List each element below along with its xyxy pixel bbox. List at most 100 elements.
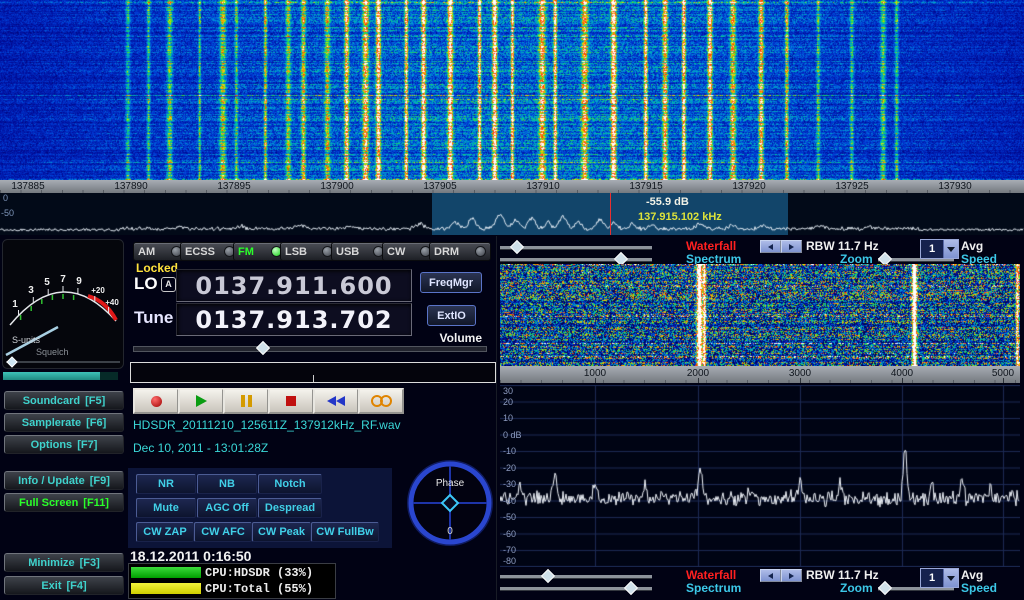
spectrum-label[interactable]: Spectrum bbox=[686, 581, 741, 595]
zoom-in-button[interactable] bbox=[781, 240, 802, 253]
overview-spectrum[interactable]: 0 -50 -55.9 dB 137.915.102 kHz bbox=[0, 193, 1024, 235]
samplerate-button[interactable]: Samplerate [F6] bbox=[4, 413, 124, 432]
waterfall-label[interactable]: Waterfall bbox=[686, 239, 736, 253]
frequency-scale[interactable]: 137885 137890 137895 137900 137905 13791… bbox=[0, 180, 1024, 193]
passband-display[interactable] bbox=[130, 362, 496, 383]
zoom-waterfall-canvas[interactable] bbox=[500, 264, 1020, 366]
info-update-button[interactable]: Info / Update[F9] bbox=[4, 471, 124, 490]
button-label: Options bbox=[31, 439, 73, 451]
arrow-left-icon bbox=[768, 244, 773, 250]
scale-tick bbox=[902, 378, 903, 383]
stop-icon bbox=[286, 396, 296, 406]
zoom-slider-thumb[interactable] bbox=[878, 581, 892, 595]
lo-lock-badge[interactable]: A bbox=[161, 277, 176, 292]
button-keycap: [F7] bbox=[77, 439, 97, 451]
volume-slider-track[interactable] bbox=[133, 346, 487, 352]
mute-button[interactable]: Mute bbox=[136, 498, 196, 518]
record-button[interactable] bbox=[133, 388, 179, 414]
options-button[interactable]: Options [F7] bbox=[4, 435, 124, 454]
lo-label: LO bbox=[134, 274, 158, 294]
overview-db-axis-mid: -50 bbox=[1, 208, 14, 218]
zoom-spectrum-canvas[interactable] bbox=[500, 385, 1020, 567]
button-keycap: [F6] bbox=[86, 417, 106, 429]
zoom-tick-label: 5000 bbox=[975, 368, 1020, 379]
nr-button[interactable]: NR bbox=[136, 474, 196, 494]
zoom-out-button[interactable] bbox=[760, 240, 781, 253]
stop-button[interactable] bbox=[268, 388, 314, 414]
contrast-slider-thumb[interactable] bbox=[624, 581, 638, 595]
speed-dropdown-value: 1 bbox=[921, 569, 943, 587]
loop-icon bbox=[371, 395, 392, 407]
cw-afc-button[interactable]: CW AFC bbox=[194, 522, 252, 542]
cw-fullbw-button[interactable]: CW FullBw bbox=[311, 522, 379, 542]
audio-level-bar bbox=[3, 372, 118, 380]
nb-button[interactable]: NB bbox=[197, 474, 257, 494]
contrast-slider-track[interactable] bbox=[500, 258, 652, 262]
s-units-label: S-units bbox=[12, 335, 41, 345]
volume-slider-thumb[interactable] bbox=[256, 341, 270, 355]
s-meter-label: 5 bbox=[44, 277, 50, 288]
waterfall-label[interactable]: Waterfall bbox=[686, 568, 736, 582]
main-waterfall-canvas[interactable] bbox=[0, 0, 1024, 180]
scale-tick bbox=[1003, 378, 1004, 383]
volume-label: Volume bbox=[402, 331, 482, 345]
dropdown-arrow-button[interactable] bbox=[943, 569, 958, 587]
overview-db-axis-top: 0 bbox=[3, 193, 8, 203]
brightness-slider-thumb[interactable] bbox=[510, 240, 524, 254]
s-meter-label: +40 bbox=[105, 298, 119, 307]
cw-zap-button[interactable]: CW ZAP bbox=[136, 522, 194, 542]
button-keycap: [F5] bbox=[85, 395, 105, 407]
zoom-spinner bbox=[760, 569, 802, 582]
phase-value: 0 bbox=[447, 526, 453, 537]
dropdown-arrow-button[interactable] bbox=[943, 240, 958, 258]
lo-frequency-display[interactable]: 0137.911.600 bbox=[176, 269, 412, 302]
freqmgr-button[interactable]: FreqMgr bbox=[420, 272, 482, 293]
zoom-frequency-scale[interactable]: 1000 2000 3000 4000 5000 bbox=[500, 366, 1020, 383]
panel-divider bbox=[496, 236, 497, 600]
despread-button[interactable]: Despread bbox=[258, 498, 322, 518]
squelch-label: Squelch bbox=[36, 347, 69, 357]
overview-trace-canvas bbox=[0, 193, 1024, 235]
brightness-slider-thumb[interactable] bbox=[541, 569, 555, 583]
extio-button[interactable]: ExtIO bbox=[427, 305, 476, 326]
db-axis-label: 10 bbox=[503, 413, 513, 423]
button-keycap: [F11] bbox=[83, 497, 109, 509]
s-meter-label: 1 bbox=[12, 299, 18, 310]
date-time-display: 18.12.2011 0:16:50 bbox=[130, 548, 251, 564]
db-axis-label: 20 bbox=[503, 397, 513, 407]
speed-dropdown[interactable]: 1 bbox=[920, 239, 959, 259]
play-button[interactable] bbox=[178, 388, 224, 414]
pause-button[interactable] bbox=[223, 388, 269, 414]
rewind-button[interactable] bbox=[313, 388, 359, 414]
s-meter-label: 9 bbox=[76, 276, 82, 287]
zoom-spinner bbox=[760, 240, 802, 253]
speed-label: Speed bbox=[961, 581, 997, 595]
button-label: Samplerate bbox=[22, 417, 81, 429]
speed-dropdown-value: 1 bbox=[921, 240, 943, 258]
db-axis-label: -50 bbox=[503, 512, 516, 522]
freq-tick-label: 137910 bbox=[515, 181, 571, 192]
agc-button[interactable]: AGC Off bbox=[197, 498, 257, 518]
avg-label: Avg bbox=[961, 239, 983, 253]
button-label: Info / Update bbox=[18, 475, 85, 487]
arrow-right-icon bbox=[789, 573, 794, 579]
notch-button[interactable]: Notch bbox=[258, 474, 322, 494]
zoom-out-button[interactable] bbox=[760, 569, 781, 582]
db-axis-label: -60 bbox=[503, 529, 516, 539]
speed-dropdown[interactable]: 1 bbox=[920, 568, 959, 588]
play-icon bbox=[196, 395, 207, 407]
zoom-in-button[interactable] bbox=[781, 569, 802, 582]
fullscreen-button[interactable]: Full Screen[F11] bbox=[4, 493, 124, 512]
zoom-label: Zoom bbox=[840, 581, 873, 595]
soundcard-button[interactable]: Soundcard[F5] bbox=[4, 391, 124, 410]
tune-frequency-display[interactable]: 0137.913.702 bbox=[176, 303, 412, 336]
loop-button[interactable] bbox=[358, 388, 404, 414]
freq-tick-label: 137925 bbox=[824, 181, 880, 192]
cw-peak-button[interactable]: CW Peak bbox=[252, 522, 311, 542]
brightness-slider-track[interactable] bbox=[500, 575, 652, 579]
db-axis-label: -40 bbox=[503, 496, 516, 506]
tune-cursor-line[interactable] bbox=[610, 193, 611, 235]
db-axis-label: 30 bbox=[503, 386, 513, 396]
freq-tick-label: 137890 bbox=[103, 181, 159, 192]
passband-center-tick bbox=[313, 375, 314, 382]
